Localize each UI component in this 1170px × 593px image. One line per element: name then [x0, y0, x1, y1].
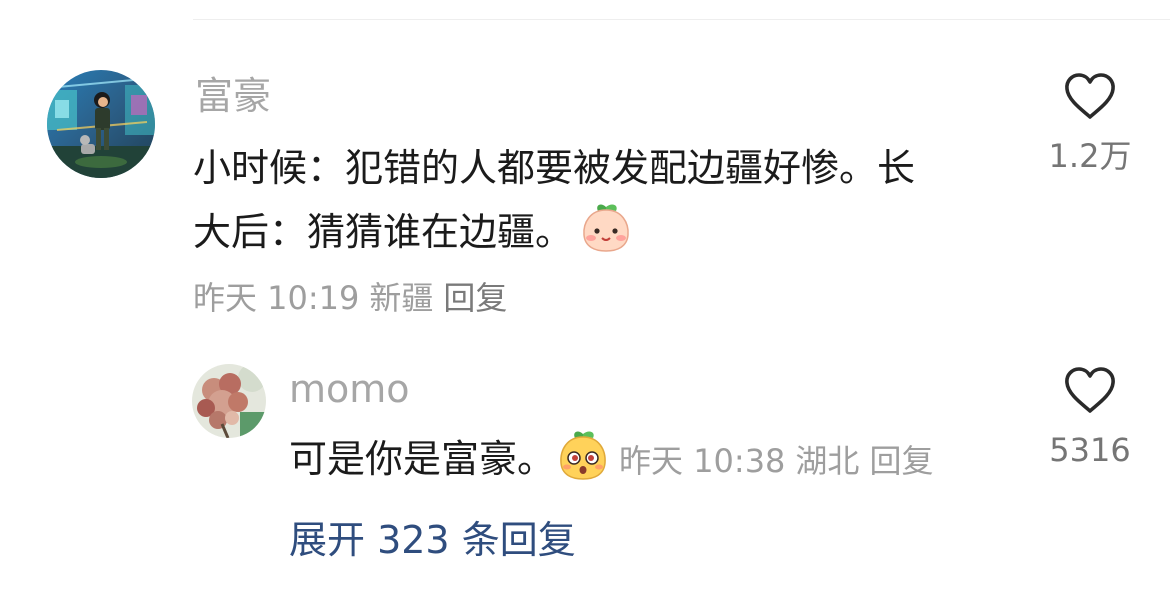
like-button[interactable]: 5316	[1040, 366, 1140, 470]
comment-text-line: 小时候：犯错的人都要被发配边疆好惨。长	[193, 146, 916, 190]
heart-icon[interactable]	[1063, 72, 1117, 122]
avatar[interactable]	[47, 70, 155, 178]
like-count: 1.2万	[1048, 137, 1132, 175]
reply-content: 可是你是富豪。 昨天 10:38 湖北 回复	[289, 428, 933, 499]
avatar-image	[192, 364, 266, 438]
comment-thread: 富豪 小时候：犯错的人都要被发配边疆好惨。长 大后：猜猜谁在边疆。 昨天 10:…	[0, 0, 1170, 593]
reply-text: 可是你是富豪。	[289, 437, 556, 481]
reply-time: 昨天 10:38	[619, 442, 786, 480]
surprised-peach-face-emoji-icon	[557, 428, 609, 499]
reply-location: 湖北	[795, 442, 860, 480]
avatar[interactable]	[192, 364, 266, 438]
comment-location: 新疆	[369, 279, 434, 317]
blushing-peach-face-emoji-icon	[581, 201, 631, 272]
expand-replies-button[interactable]: 展开 323 条回复	[289, 514, 576, 566]
like-count: 5316	[1049, 431, 1131, 469]
divider	[193, 19, 1170, 20]
comment-text: 小时候：犯错的人都要被发配边疆好惨。长 大后：猜猜谁在边疆。	[193, 136, 1023, 272]
heart-icon[interactable]	[1063, 366, 1117, 416]
comment-username[interactable]: 富豪	[195, 72, 271, 120]
reply-button[interactable]: 回复	[443, 279, 507, 317]
reply-button[interactable]: 回复	[869, 442, 933, 480]
comment-meta: 昨天 10:19 新疆 回复	[193, 276, 507, 320]
reply-username[interactable]: momo	[289, 365, 410, 413]
comment-text-line: 大后：猜猜谁在边疆。	[193, 210, 574, 254]
avatar-image	[47, 70, 155, 178]
like-button[interactable]: 1.2万	[1040, 72, 1140, 176]
comment-time: 昨天 10:19	[193, 279, 360, 317]
comment-text-line-with-emoji: 大后：猜猜谁在边疆。	[193, 200, 1023, 272]
